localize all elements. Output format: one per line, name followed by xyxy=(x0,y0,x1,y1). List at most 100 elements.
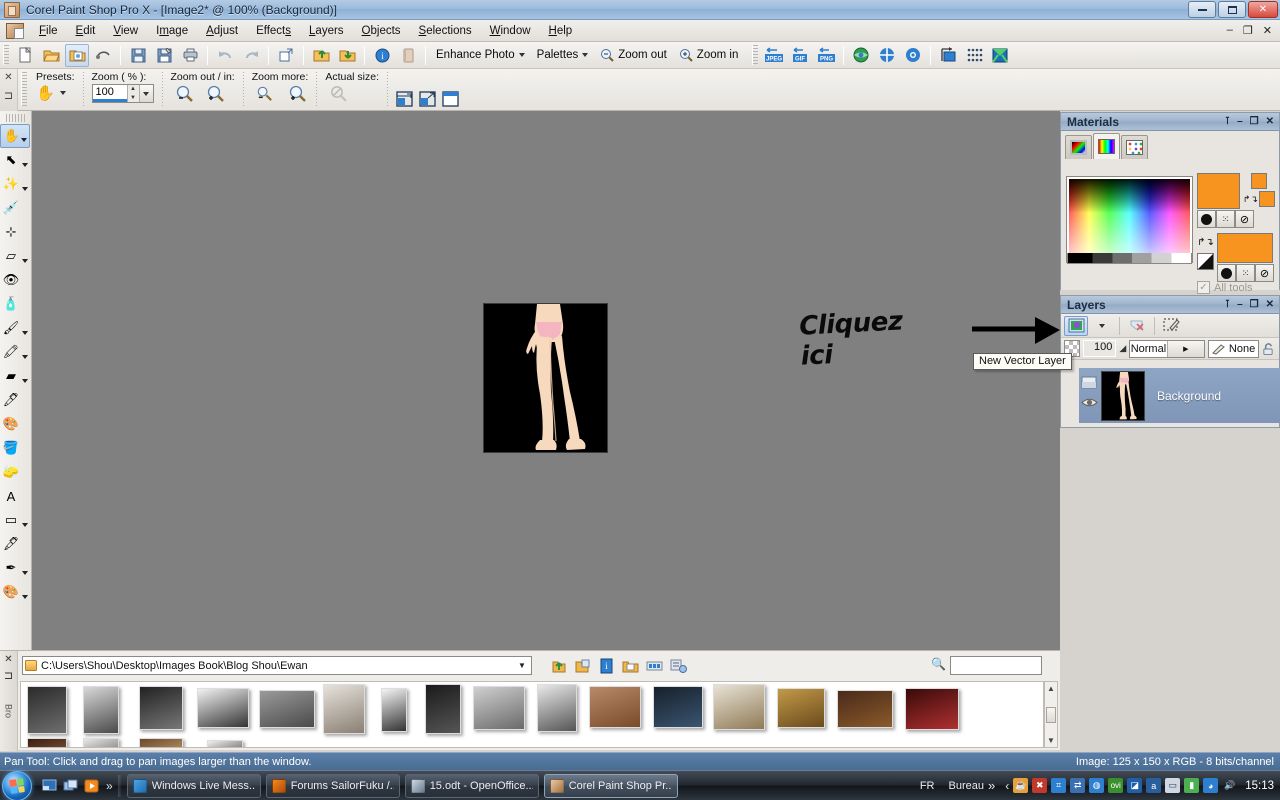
background-color-small[interactable] xyxy=(1259,191,1275,207)
info-button[interactable]: i xyxy=(370,44,394,67)
taskbar-button-3[interactable]: Corel Paint Shop Pr... xyxy=(543,773,678,798)
thumbnail-item[interactable] xyxy=(27,738,67,747)
thumbnail-strip[interactable] xyxy=(20,681,1044,748)
print-button[interactable] xyxy=(178,44,202,67)
export-jpeg-button[interactable]: JPEG xyxy=(762,44,786,67)
thumbnail-item[interactable] xyxy=(207,740,243,747)
export-png-button[interactable]: PNG xyxy=(814,44,838,67)
swap-materials-icon[interactable]: ↱↴ xyxy=(1197,237,1214,248)
battery-icon[interactable]: ▮ xyxy=(1184,778,1200,793)
dropper-tool[interactable]: 💉 xyxy=(0,196,30,220)
new-layer-dropdown[interactable] xyxy=(1090,316,1114,336)
zoom-in-small-icon[interactable] xyxy=(206,84,225,103)
menu-objects[interactable]: Objects xyxy=(353,22,410,40)
layer-opacity-value[interactable]: 100 xyxy=(1082,340,1117,357)
palettes-button[interactable]: Palettes xyxy=(531,44,595,67)
monitor-icon[interactable]: ▭ xyxy=(1165,778,1181,793)
browser-open-folder-button[interactable] xyxy=(620,655,641,676)
materials-maximize-icon[interactable]: ❐ xyxy=(1250,116,1259,127)
materials-minimize-icon[interactable]: – xyxy=(1237,116,1243,127)
tool-flyout-arrow-icon[interactable] xyxy=(22,595,28,599)
zoom-dropdown-icon[interactable] xyxy=(138,85,153,102)
materials-close-icon[interactable]: ✕ xyxy=(1266,116,1274,127)
zoom-stepper[interactable]: ▲ ▼ xyxy=(126,85,139,102)
pan-tool[interactable]: ✋ xyxy=(0,124,30,148)
foreground-color-button[interactable] xyxy=(1197,210,1216,228)
image-document[interactable] xyxy=(483,303,608,453)
tool-options-close-icon[interactable]: ✕ xyxy=(4,72,12,83)
thumbnail-item[interactable] xyxy=(83,738,119,747)
layers-pin-icon[interactable]: ⊺ xyxy=(1225,299,1230,310)
crop-tool[interactable]: ⊹ xyxy=(0,220,30,244)
network2-icon[interactable]: ◕ xyxy=(1203,778,1219,793)
preview-browser-button[interactable] xyxy=(849,44,873,67)
minimize-button[interactable] xyxy=(1188,1,1216,18)
straighten-tool[interactable]: ▱ xyxy=(0,244,30,268)
tool-flyout-arrow-icon[interactable] xyxy=(22,355,28,359)
mdi-restore-button[interactable]: ❐ xyxy=(1243,24,1253,37)
new-layer-button[interactable] xyxy=(1064,315,1088,336)
thumbnail-item[interactable] xyxy=(905,688,959,730)
java-icon[interactable]: ☕ xyxy=(1013,778,1029,793)
menu-layers[interactable]: Layers xyxy=(300,22,353,40)
menu-view[interactable]: View xyxy=(104,22,147,40)
paint-brush-tool[interactable]: 🖊 xyxy=(0,388,30,412)
materials-title-bar[interactable]: Materials ⊺ – ❐ ✕ xyxy=(1061,113,1279,131)
preset-shape-tool[interactable]: ▭ xyxy=(0,508,30,532)
materials-tab-swatches[interactable] xyxy=(1121,135,1148,159)
reset-colors-icon[interactable] xyxy=(1197,253,1214,270)
toolbar-grip[interactable] xyxy=(3,45,9,65)
scroll-down-icon[interactable]: ▼ xyxy=(1047,736,1055,745)
antivirus-icon[interactable]: ✖ xyxy=(1032,778,1048,793)
save-as-button[interactable] xyxy=(152,44,176,67)
zoom-in-button[interactable]: Zoom in xyxy=(673,44,745,67)
layer-row-background[interactable]: Background xyxy=(1079,368,1280,423)
layer-link-group[interactable]: None xyxy=(1207,339,1260,358)
thumbnail-item[interactable] xyxy=(589,686,641,728)
menu-adjust[interactable]: Adjust xyxy=(197,22,247,40)
import-button[interactable] xyxy=(309,44,333,67)
tool-flyout-arrow-icon[interactable] xyxy=(22,187,28,191)
switch-window-icon[interactable] xyxy=(61,777,79,795)
media-player-icon[interactable] xyxy=(82,777,100,795)
zoom-out-button[interactable]: Zoom out xyxy=(594,44,673,67)
image-slicer-button[interactable] xyxy=(875,44,899,67)
menu-effects[interactable]: Effects xyxy=(247,22,300,40)
full-screen-icon[interactable] xyxy=(442,91,459,107)
blend-mode-select[interactable]: Normal ▶ xyxy=(1129,339,1205,358)
export-button[interactable] xyxy=(335,44,359,67)
restore-button[interactable] xyxy=(1218,1,1246,18)
materials-tab-rainbow[interactable] xyxy=(1093,133,1120,159)
browser-info-button[interactable]: i xyxy=(596,655,617,676)
layers-minimize-icon[interactable]: – xyxy=(1237,299,1243,310)
blend-mode-chevron-icon[interactable]: ▶ xyxy=(1166,340,1204,357)
taskbar-clock[interactable]: 15:13 xyxy=(1245,780,1274,792)
all-tools-row[interactable]: ✓ All tools xyxy=(1197,281,1253,294)
desktop-toolbar-label[interactable]: Bureau xyxy=(949,780,984,792)
image-mapper-button[interactable] xyxy=(901,44,925,67)
quick-launch-overflow[interactable]: » xyxy=(106,779,113,793)
toolbar-overflow-icon[interactable]: » xyxy=(988,778,995,793)
tool-flyout-arrow-icon[interactable] xyxy=(22,331,28,335)
scroll-up-icon[interactable]: ▲ xyxy=(1047,684,1055,693)
makeover-tool[interactable]: 🧴 xyxy=(0,292,30,316)
options-grip[interactable] xyxy=(21,72,27,106)
redo-button[interactable] xyxy=(239,44,263,67)
dodge-burn-tool[interactable]: ▰ xyxy=(0,364,30,388)
start-button[interactable] xyxy=(2,770,32,800)
browser-copy-to-button[interactable] xyxy=(572,655,593,676)
scroll-thumb[interactable] xyxy=(1046,706,1056,723)
language-indicator[interactable]: FR xyxy=(920,780,935,792)
zoom-in-more-icon[interactable] xyxy=(288,84,307,103)
foreground-color-small[interactable] xyxy=(1250,173,1267,189)
volume-icon[interactable]: 🔊 xyxy=(1222,778,1237,793)
open-image-button[interactable] xyxy=(39,44,63,67)
layer-group-icon[interactable] xyxy=(1081,376,1098,390)
save-button[interactable] xyxy=(126,44,150,67)
nokia-icon[interactable]: ◪ xyxy=(1127,778,1143,793)
scratch-remover-tool[interactable]: 🖍 xyxy=(0,340,30,364)
visibility-eye-icon[interactable] xyxy=(1081,396,1098,409)
background-texture-button[interactable]: ⁙ xyxy=(1236,264,1255,282)
thumbnail-item[interactable] xyxy=(425,684,461,734)
fit-image-to-window-icon[interactable] xyxy=(419,91,436,107)
